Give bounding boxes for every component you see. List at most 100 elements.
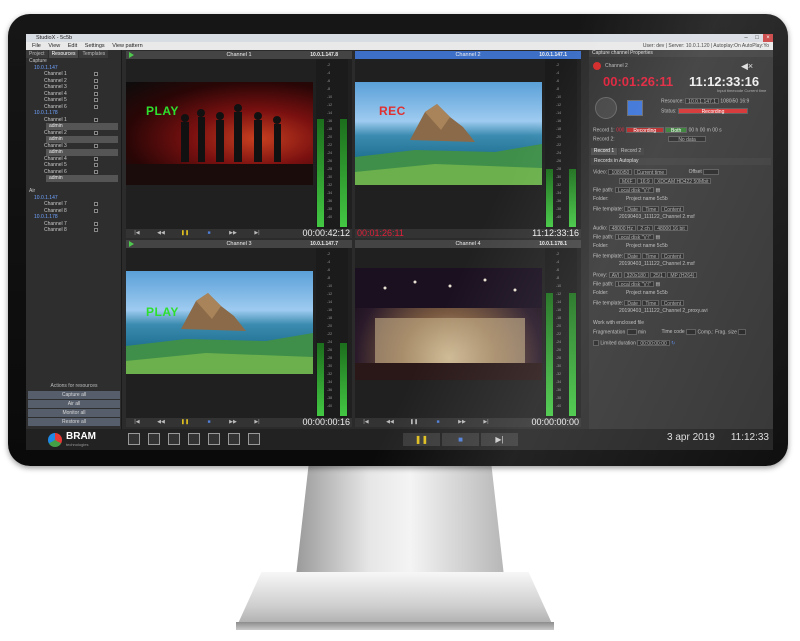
- air-all-button[interactable]: Air all: [28, 400, 120, 408]
- resource-checkbox[interactable]: [94, 78, 98, 83]
- audio-format-select[interactable]: 48000 Hz: [608, 225, 636, 232]
- resource-select[interactable]: 10.0.1.147.1: [685, 98, 719, 105]
- menu-file[interactable]: File: [32, 43, 41, 49]
- resource-checkbox[interactable]: [94, 202, 98, 206]
- rewind-icon[interactable]: ◀◀: [383, 419, 397, 426]
- tab-record-1[interactable]: Record 1: [591, 148, 617, 155]
- template-date-select[interactable]: Date: [624, 253, 641, 260]
- folder-icon[interactable]: ▤: [655, 281, 660, 287]
- menu-view-pattern[interactable]: View pattern: [112, 43, 142, 49]
- resource-checkbox[interactable]: [94, 169, 98, 174]
- video-timecode-select[interactable]: Current time: [633, 169, 668, 176]
- skip-start-icon[interactable]: |◀: [130, 230, 144, 237]
- resource-checkbox[interactable]: [94, 228, 98, 232]
- stop-icon[interactable]: ■: [202, 230, 216, 237]
- forward-icon[interactable]: ▶▶: [226, 419, 240, 426]
- close-icon[interactable]: ×: [763, 34, 773, 42]
- monitor-all-button[interactable]: Monitor all: [28, 409, 120, 417]
- rewind-icon[interactable]: ◀◀: [154, 230, 168, 237]
- layout-record-icon[interactable]: [168, 433, 180, 445]
- minimize-icon[interactable]: –: [741, 34, 751, 42]
- folder-icon[interactable]: ▤: [655, 234, 660, 240]
- layout-grid-icon[interactable]: [128, 433, 140, 445]
- skip-end-icon[interactable]: ▶|: [250, 230, 264, 237]
- audio-bits-select[interactable]: 48000 16 bit: [654, 225, 688, 232]
- layout-multi-icon[interactable]: [228, 433, 240, 445]
- template-time-select[interactable]: Time: [642, 206, 660, 213]
- forward-icon[interactable]: ▶▶: [455, 419, 469, 426]
- stop-icon[interactable]: ■: [431, 419, 445, 426]
- proxy-resolution-select[interactable]: 320x180: [623, 272, 649, 279]
- tree-node[interactable]: Channel 8: [26, 227, 121, 234]
- maximize-icon[interactable]: □: [752, 34, 762, 42]
- template-content-select[interactable]: Content: [660, 300, 685, 307]
- skip-start-icon[interactable]: |◀: [359, 419, 373, 426]
- template-content-select[interactable]: Content: [660, 253, 685, 260]
- channel-4-tile[interactable]: Channel 4 10.0.1.178.1 -2 -4 -6 -8 -10 -12 -14…: [355, 240, 581, 427]
- restore-all-button[interactable]: Restore all: [28, 418, 120, 426]
- template-date-select[interactable]: Date: [624, 300, 641, 307]
- global-play-button[interactable]: ▶|: [481, 433, 518, 446]
- layout-split-icon[interactable]: [208, 433, 220, 445]
- pause-icon[interactable]: ❚❚: [407, 419, 421, 426]
- refresh-icon[interactable]: ↻: [671, 340, 675, 346]
- codec-select[interactable]: XDCAM HD422 50Mbit: [654, 178, 712, 185]
- tab-resources[interactable]: Resources: [48, 50, 79, 58]
- skip-start-icon[interactable]: |◀: [130, 419, 144, 426]
- channel-2-tile[interactable]: Channel 2 10.0.1.147.1 REC -2 -4 -6 -8 -10 -1…: [355, 51, 581, 238]
- container-select[interactable]: MXF: [619, 178, 636, 185]
- filepath-select[interactable]: Local disk "V:\": [614, 281, 655, 288]
- fragmentation-field[interactable]: [626, 329, 637, 335]
- tab-record-2[interactable]: Record 2: [618, 148, 644, 155]
- channel-1-tile[interactable]: Channel 1 10.0.1.147.8 PLAY -2 -4 -6 -8 -10-…: [126, 51, 352, 238]
- stop-button[interactable]: [627, 100, 643, 116]
- resource-checkbox[interactable]: [94, 208, 98, 213]
- menu-view[interactable]: View: [48, 43, 60, 49]
- tab-templates[interactable]: Templates: [79, 50, 109, 58]
- offset-field[interactable]: [703, 169, 720, 175]
- global-stop-button[interactable]: ■: [442, 433, 479, 446]
- video-format-select[interactable]: 1080i50: [608, 169, 633, 176]
- template-content-select[interactable]: Content: [660, 206, 685, 213]
- limited-duration-field[interactable]: 00:00:00:00: [637, 340, 670, 347]
- channel-3-tile[interactable]: Channel 3 10.0.1.147.7 PLAY -2 -4 -6 -8 -10-…: [126, 240, 352, 427]
- comp-field[interactable]: [738, 329, 747, 335]
- menu-settings[interactable]: Settings: [85, 43, 105, 49]
- record-button[interactable]: [595, 97, 617, 119]
- mute-icon[interactable]: ◀×: [741, 61, 753, 72]
- proxy-codec-select[interactable]: MP (H264): [667, 272, 698, 279]
- stop-icon[interactable]: ■: [202, 419, 216, 426]
- template-date-select[interactable]: Date: [624, 206, 641, 213]
- resource-checkbox[interactable]: [94, 91, 98, 96]
- layout-settings-icon[interactable]: [248, 433, 260, 445]
- proxy-fps-select[interactable]: 25/1: [650, 272, 666, 279]
- layout-text-icon[interactable]: [188, 433, 200, 445]
- tab-project[interactable]: Project: [26, 50, 48, 58]
- audio-channels-select[interactable]: 2 ch: [637, 225, 653, 232]
- rewind-icon[interactable]: ◀◀: [154, 419, 168, 426]
- resource-checkbox[interactable]: [94, 104, 98, 109]
- filepath-select[interactable]: Local disk "V:\": [614, 187, 655, 194]
- forward-icon[interactable]: ▶▶: [226, 230, 240, 237]
- template-time-select[interactable]: Time: [642, 253, 660, 260]
- template-time-select[interactable]: Time: [642, 300, 660, 307]
- resource-checkbox[interactable]: [94, 143, 98, 148]
- resource-checkbox[interactable]: [94, 117, 98, 122]
- capture-all-button[interactable]: Capture all: [28, 391, 120, 399]
- layout-single-icon[interactable]: [148, 433, 160, 445]
- proxy-format-select[interactable]: AVI: [608, 272, 623, 279]
- pause-icon[interactable]: ❚❚: [178, 419, 192, 426]
- skip-end-icon[interactable]: ▶|: [250, 419, 264, 426]
- resource-checkbox[interactable]: [94, 85, 98, 89]
- limited-checkbox[interactable]: [593, 340, 599, 346]
- resource-checkbox[interactable]: [94, 98, 98, 102]
- folder-icon[interactable]: ▤: [655, 187, 660, 193]
- resource-checkbox[interactable]: [94, 163, 98, 167]
- timecode-field[interactable]: [686, 329, 697, 335]
- resource-checkbox[interactable]: [94, 156, 98, 161]
- resource-checkbox[interactable]: [94, 72, 98, 76]
- global-pause-button[interactable]: ❚❚: [403, 433, 440, 446]
- pause-icon[interactable]: ❚❚: [178, 230, 192, 237]
- skip-end-icon[interactable]: ▶|: [479, 419, 493, 426]
- filepath-select[interactable]: Local disk "V:\": [614, 234, 655, 241]
